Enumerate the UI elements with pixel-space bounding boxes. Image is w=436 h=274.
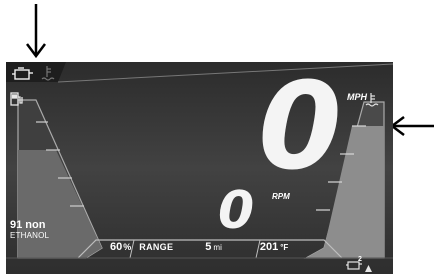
down-arrow-icon — [26, 4, 46, 59]
range-readout: 5 mi — [173, 241, 222, 253]
warning-count-badge: 2 — [358, 256, 362, 263]
left-arrow-icon — [389, 116, 434, 136]
instrument-display: 0 MPH 0 RPM 91 non ETHANOL 2 60 % RANGE … — [6, 62, 393, 274]
bottom-info-strip: 60 % RANGE 5 mi 201 °F — [92, 240, 319, 254]
range-value: 5 — [205, 241, 212, 253]
fuel-grade: 91 non — [10, 219, 46, 231]
range-unit: mi — [213, 243, 222, 252]
temperature-value: 201 — [259, 241, 279, 253]
temperature-unit: °F — [280, 243, 289, 252]
fuel-type: ETHANOL — [10, 231, 50, 240]
fuel-percent-value: 60 — [110, 241, 123, 253]
fuel-percent-readout: 60 % — [92, 241, 131, 253]
rpm-unit: RPM — [272, 192, 290, 201]
dashboard-photo-frame: 0 MPH 0 RPM 91 non ETHANOL 2 60 % RANGE … — [0, 0, 436, 274]
range-label: RANGE — [139, 242, 174, 252]
speed-unit: MPH — [347, 92, 367, 102]
temperature-readout: 201 °F — [222, 241, 288, 253]
fuel-percent-unit: % — [123, 242, 132, 252]
rpm-value: 0 — [218, 181, 255, 241]
speed-value: 0 — [258, 62, 342, 197]
